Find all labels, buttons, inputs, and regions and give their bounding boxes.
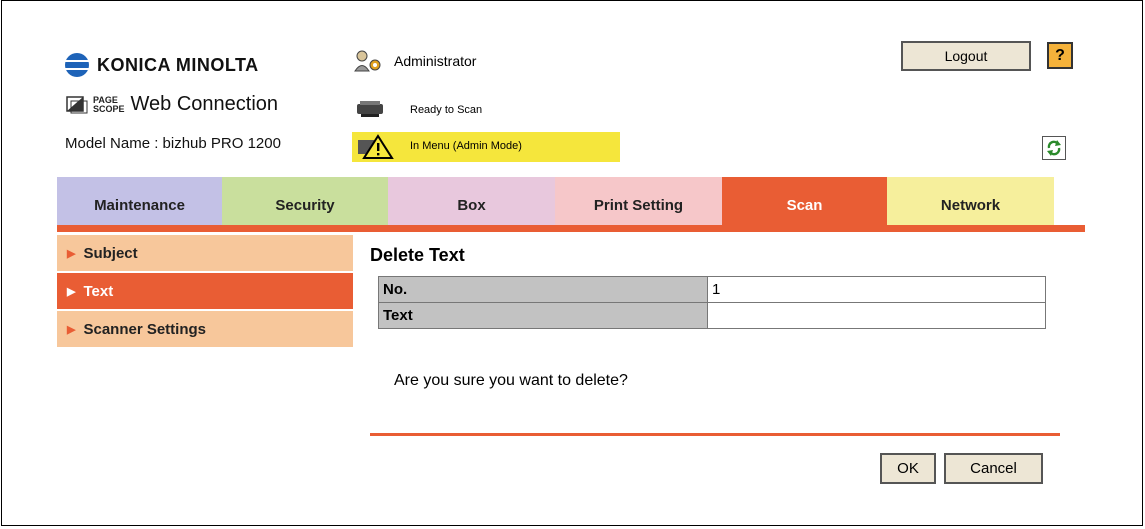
status-ready: Ready to Scan — [410, 104, 483, 116]
pagescope-small-text: PAGE SCOPE — [93, 95, 125, 114]
row-label-no: No. — [378, 276, 708, 303]
web-connection-title: Web Connection — [130, 93, 279, 115]
confirm-message: Are you sure you want to delete? — [394, 372, 628, 389]
help-button[interactable]: ? — [1047, 42, 1073, 69]
logout-button[interactable]: Logout — [901, 41, 1031, 71]
main-tabs: Maintenance Security Box Print Setting S… — [57, 177, 1054, 225]
tab-box[interactable]: Box — [388, 177, 555, 225]
sidebar-item-subject[interactable]: ▶ Subject — [57, 235, 353, 271]
pagescope-small-bottom: SCOPE — [93, 103, 125, 114]
sidebar-item-label: Text — [83, 282, 114, 300]
administrator-icon — [354, 50, 381, 72]
model-name: Model Name : bizhub PRO 1200 — [65, 135, 281, 152]
page-title: Delete Text — [370, 245, 465, 265]
globe-logo-icon — [65, 53, 89, 77]
user-name: Administrator — [394, 53, 477, 69]
scanner-status-icon — [357, 101, 383, 117]
sidebar-item-label: Subject — [83, 244, 138, 262]
row-label-text: Text — [378, 302, 708, 329]
tab-network[interactable]: Network — [887, 177, 1054, 225]
pagescope-icon — [66, 95, 88, 113]
triangle-right-icon: ▶ — [67, 323, 76, 336]
triangle-right-icon: ▶ — [67, 247, 76, 260]
delete-text-table: No. 1 Text — [378, 276, 1046, 329]
row-value-text — [707, 302, 1046, 329]
sidebar-item-scanner-settings[interactable]: ▶ Scanner Settings — [57, 311, 353, 347]
tab-security[interactable]: Security — [222, 177, 388, 225]
status-menu: In Menu (Admin Mode) — [410, 140, 522, 152]
refresh-button[interactable] — [1042, 136, 1066, 160]
triangle-right-icon: ▶ — [67, 285, 76, 298]
sidebar-item-label: Scanner Settings — [83, 320, 207, 338]
cancel-button[interactable]: Cancel — [944, 453, 1043, 484]
brand-name: KONICA MINOLTA — [97, 54, 259, 75]
table-row: No. 1 — [378, 276, 1046, 303]
refresh-icon — [1047, 140, 1061, 156]
pagescope-logo: PAGE SCOPE Web Connection — [65, 93, 278, 116]
tab-maintenance[interactable]: Maintenance — [57, 177, 222, 225]
table-row: Text — [378, 302, 1046, 329]
warning-icon — [358, 134, 394, 159]
content-divider — [370, 433, 1060, 436]
active-tab-bar — [57, 225, 1085, 232]
tab-print-setting[interactable]: Print Setting — [555, 177, 722, 225]
sidebar-item-text[interactable]: ▶ Text — [57, 273, 353, 309]
sidebar-menu: ▶ Subject ▶ Text ▶ Scanner Settings — [57, 235, 353, 349]
konica-minolta-logo: KONICA MINOLTA — [65, 53, 259, 77]
ok-button[interactable]: OK — [880, 453, 936, 484]
row-value-no: 1 — [707, 276, 1046, 303]
tab-scan[interactable]: Scan — [722, 177, 887, 225]
